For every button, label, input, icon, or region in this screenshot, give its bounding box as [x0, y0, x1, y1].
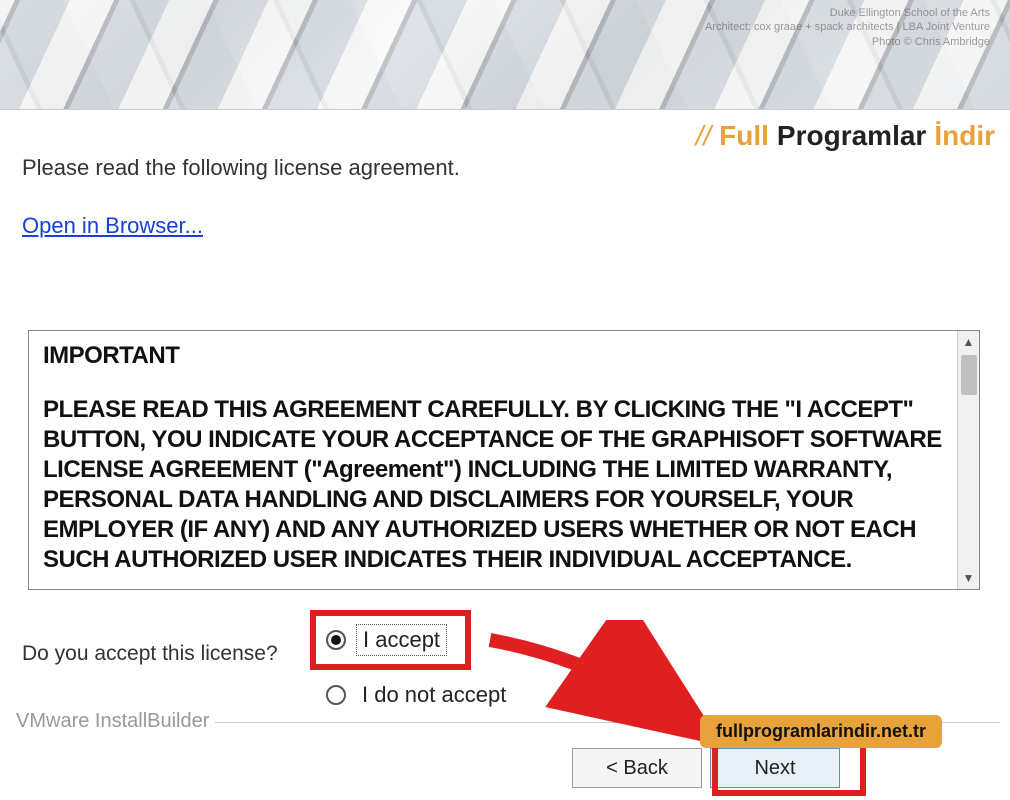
license-heading: IMPORTANT [43, 341, 943, 371]
button-row: < Back Next [572, 748, 840, 788]
watermark-logo: // Full Programlar İndir [696, 120, 995, 152]
install-builder-label: VMware InstallBuilder [10, 710, 215, 733]
instruction-text: Please read the following license agreem… [22, 155, 460, 181]
url-badge: fullprogramlarindir.net.tr [700, 715, 942, 748]
radio-accept[interactable] [326, 630, 346, 650]
scroll-down-icon[interactable]: ▼ [958, 567, 979, 589]
credit-line-2: Architect: cox graae + spack architects … [705, 20, 990, 34]
credit-line-1: Duke Ellington School of the Arts [705, 6, 990, 20]
license-body: PLEASE READ THIS AGREEMENT CAREFULLY. BY… [43, 395, 943, 575]
license-content: IMPORTANT PLEASE READ THIS AGREEMENT CAR… [29, 331, 957, 589]
scroll-thumb[interactable] [961, 355, 977, 395]
header-banner: Duke Ellington School of the Arts Archit… [0, 0, 1010, 110]
radio-decline-label[interactable]: I do not accept [356, 680, 512, 710]
radio-group: I accept I do not accept [310, 610, 512, 710]
credit-line-3: Photo © Chris Ambridge [705, 35, 990, 49]
back-button[interactable]: < Back [572, 748, 702, 788]
accept-highlight-box: I accept [310, 610, 471, 670]
watermark-word-1: Full [719, 120, 769, 152]
open-in-browser-link[interactable]: Open in Browser... [22, 213, 203, 239]
radio-accept-label[interactable]: I accept [356, 624, 447, 656]
radio-decline-row: I do not accept [310, 680, 512, 710]
accept-question: Do you accept this license? [22, 642, 278, 666]
scroll-up-icon[interactable]: ▲ [958, 331, 979, 353]
slash-icon: // [696, 120, 712, 152]
watermark-word-3: İndir [934, 120, 995, 152]
radio-decline[interactable] [326, 685, 346, 705]
next-button[interactable]: Next [710, 748, 840, 788]
watermark-word-2: Programlar [777, 120, 926, 152]
header-credits: Duke Ellington School of the Arts Archit… [705, 6, 990, 49]
license-agreement-box: IMPORTANT PLEASE READ THIS AGREEMENT CAR… [28, 330, 980, 590]
license-scrollbar[interactable]: ▲ ▼ [957, 331, 979, 589]
